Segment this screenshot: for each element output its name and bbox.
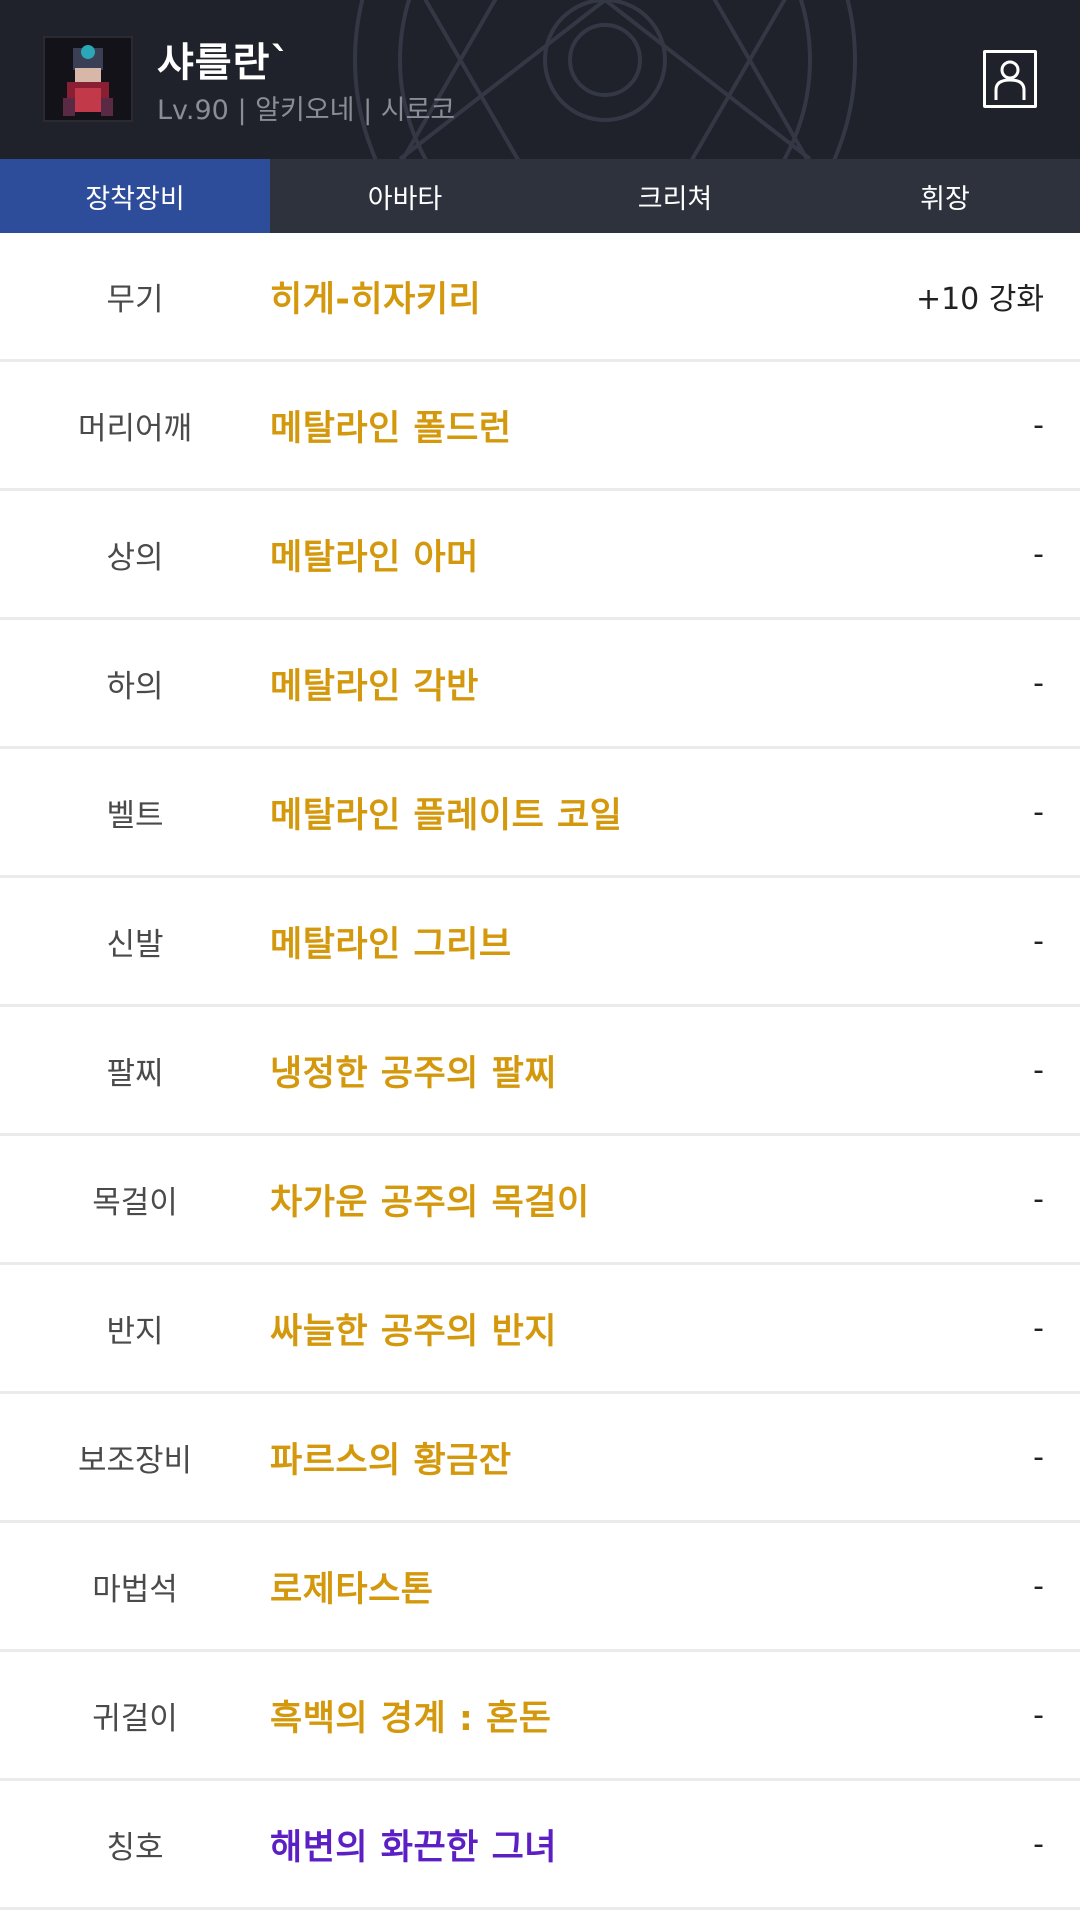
enhancement-value: - — [1033, 794, 1044, 830]
equipment-row-bracelet[interactable]: 팔찌 냉정한 공주의 팔찌 - — [0, 1007, 1080, 1136]
item-name: 파르스의 황금잔 — [270, 1440, 512, 1481]
slot-label: 마법석 — [92, 1571, 178, 1608]
character-header: 샤를란` Lv.90 | 알키오네 | 시로코 — [0, 0, 1080, 159]
equipment-row-magicstone[interactable]: 마법석 로제타스톤 - — [0, 1523, 1080, 1652]
slot-label: 귀걸이 — [92, 1700, 178, 1737]
enhancement-value: - — [1033, 923, 1044, 959]
item-name: 메탈라인 그리브 — [270, 924, 512, 965]
slot-label: 하의 — [106, 668, 164, 705]
tab-emblem[interactable]: 휘장 — [810, 159, 1080, 233]
slot-label: 반지 — [106, 1313, 164, 1350]
item-name: 메탈라인 아머 — [270, 537, 479, 578]
item-name: 냉정한 공주의 팔찌 — [270, 1053, 557, 1094]
character-portrait-icon — [45, 38, 131, 120]
equipment-row-ring[interactable]: 반지 싸늘한 공주의 반지 - — [0, 1265, 1080, 1394]
item-name: 메탈라인 플레이트 코일 — [270, 795, 623, 836]
enhancement-value: +10 강화 — [915, 282, 1044, 317]
equipment-row-top[interactable]: 상의 메탈라인 아머 - — [0, 491, 1080, 620]
tab-equipment[interactable]: 장착장비 — [0, 159, 270, 233]
slot-label: 무기 — [106, 281, 164, 318]
slot-label: 상의 — [106, 539, 164, 576]
item-name: 로제타스톤 — [270, 1569, 434, 1610]
tab-bar: 장착장비 아바타 크리쳐 휘장 — [0, 159, 1080, 233]
equipment-row-weapon[interactable]: 무기 히게-히자키리 +10 강화 — [0, 233, 1080, 362]
equipment-row-shoulder[interactable]: 머리어깨 메탈라인 폴드런 - — [0, 362, 1080, 491]
item-name: 메탈라인 폴드런 — [270, 408, 512, 449]
enhancement-value: - — [1033, 1826, 1044, 1862]
tab-creature[interactable]: 크리쳐 — [540, 159, 810, 233]
enhancement-value: - — [1033, 665, 1044, 701]
item-name: 메탈라인 각반 — [270, 666, 479, 707]
equipment-row-bottom[interactable]: 하의 메탈라인 각반 - — [0, 620, 1080, 749]
enhancement-value: - — [1033, 407, 1044, 443]
equipment-row-title[interactable]: 칭호 해변의 화끈한 그녀 - — [0, 1781, 1080, 1910]
profile-button[interactable] — [983, 50, 1037, 108]
enhancement-value: - — [1033, 1181, 1044, 1217]
user-profile-icon — [994, 60, 1026, 100]
enhancement-value: - — [1033, 1568, 1044, 1604]
slot-label: 팔찌 — [106, 1055, 164, 1092]
item-name: 흑백의 경계 : 혼돈 — [270, 1698, 552, 1739]
item-name: 싸늘한 공주의 반지 — [270, 1311, 557, 1352]
equipment-row-earring[interactable]: 귀걸이 흑백의 경계 : 혼돈 - — [0, 1652, 1080, 1781]
slot-label: 신발 — [106, 926, 164, 963]
enhancement-value: - — [1033, 1697, 1044, 1733]
tab-avatar[interactable]: 아바타 — [270, 159, 540, 233]
equipment-row-necklace[interactable]: 목걸이 차가운 공주의 목걸이 - — [0, 1136, 1080, 1265]
equipment-row-shoes[interactable]: 신발 메탈라인 그리브 - — [0, 878, 1080, 1007]
item-name: 차가운 공주의 목걸이 — [270, 1182, 590, 1223]
equipment-list: 무기 히게-히자키리 +10 강화 머리어깨 메탈라인 폴드런 - 상의 메탈라… — [0, 233, 1080, 1910]
enhancement-value: - — [1033, 1052, 1044, 1088]
enhancement-value: - — [1033, 1439, 1044, 1475]
slot-label: 칭호 — [106, 1829, 164, 1866]
equipment-row-subequip[interactable]: 보조장비 파르스의 황금잔 - — [0, 1394, 1080, 1523]
slot-label: 머리어깨 — [77, 410, 193, 447]
slot-label: 보조장비 — [77, 1442, 193, 1479]
item-name: 히게-히자키리 — [270, 279, 482, 320]
character-name: 샤를란` — [157, 40, 292, 86]
slot-label: 벨트 — [106, 797, 164, 834]
enhancement-value: - — [1033, 536, 1044, 572]
character-info: Lv.90 | 알키오네 | 시로코 — [157, 95, 456, 126]
slot-label: 목걸이 — [92, 1184, 178, 1221]
character-avatar[interactable] — [43, 36, 133, 122]
enhancement-value: - — [1033, 1310, 1044, 1346]
item-name: 해변의 화끈한 그녀 — [270, 1827, 557, 1868]
equipment-row-belt[interactable]: 벨트 메탈라인 플레이트 코일 - — [0, 749, 1080, 878]
